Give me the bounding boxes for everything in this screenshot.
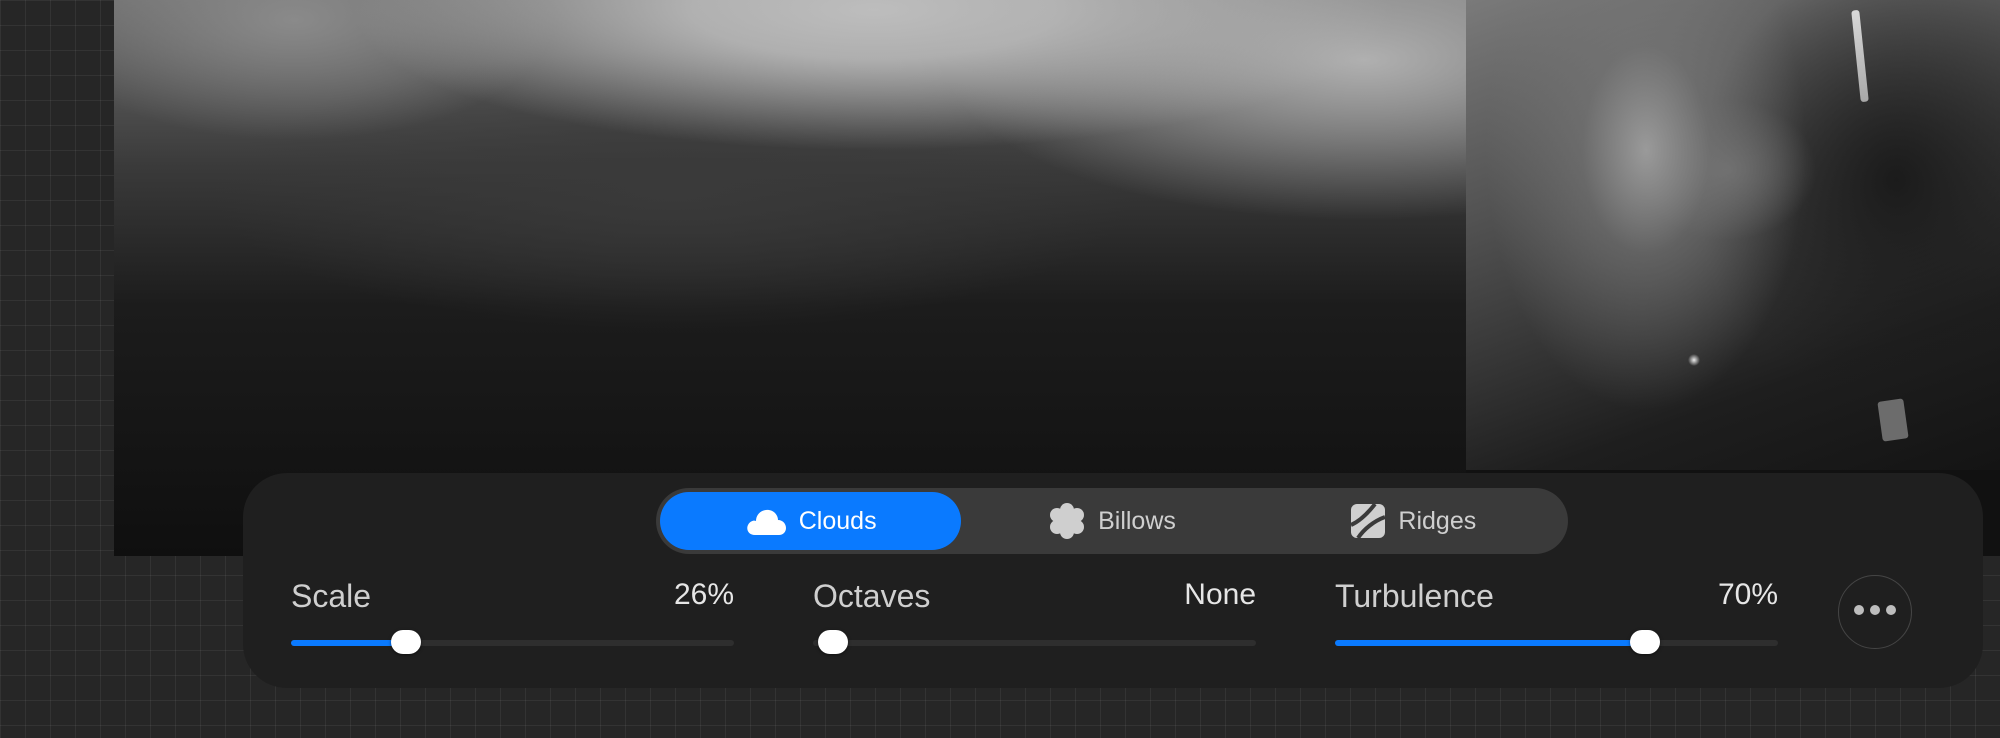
tab-ridges[interactable]: Ridges: [1263, 492, 1564, 550]
cloud-icon: [745, 505, 787, 537]
tab-label: Ridges: [1398, 506, 1477, 535]
scale-slider-group: Scale 26%: [291, 578, 734, 658]
octaves-label: Octaves: [813, 578, 931, 614]
scale-value: 26%: [673, 578, 734, 611]
octaves-slider-thumb[interactable]: [818, 630, 848, 654]
more-options-button[interactable]: [1838, 575, 1912, 649]
turbulence-label: Turbulence: [1335, 578, 1494, 614]
octaves-slider[interactable]: [813, 630, 1256, 654]
tab-label: Clouds: [798, 506, 877, 535]
octaves-slider-group: Octaves None: [813, 578, 1256, 658]
octaves-value: None: [1184, 578, 1256, 611]
tab-label: Billows: [1098, 506, 1176, 535]
turbulence-slider[interactable]: [1335, 630, 1778, 654]
scale-slider[interactable]: [291, 630, 734, 654]
noise-type-selector: Clouds Billows Ridges: [656, 488, 1568, 554]
turbulence-slider-group: Turbulence 70%: [1335, 578, 1778, 658]
turbulence-value: 70%: [1717, 578, 1778, 611]
tab-billows[interactable]: Billows: [961, 492, 1262, 550]
scale-slider-fill: [291, 640, 407, 646]
scale-label: Scale: [291, 578, 372, 614]
ridges-icon: [1350, 503, 1387, 539]
tab-clouds[interactable]: Clouds: [660, 492, 962, 550]
photo-detail: [1877, 398, 1909, 442]
turbulence-slider-thumb[interactable]: [1630, 630, 1661, 654]
billows-icon: [1048, 502, 1086, 540]
photo-layer-image: [1466, 0, 2000, 470]
scale-slider-thumb[interactable]: [391, 630, 422, 654]
more-icon: [1853, 603, 1897, 621]
turbulence-slider-fill: [1335, 640, 1646, 646]
